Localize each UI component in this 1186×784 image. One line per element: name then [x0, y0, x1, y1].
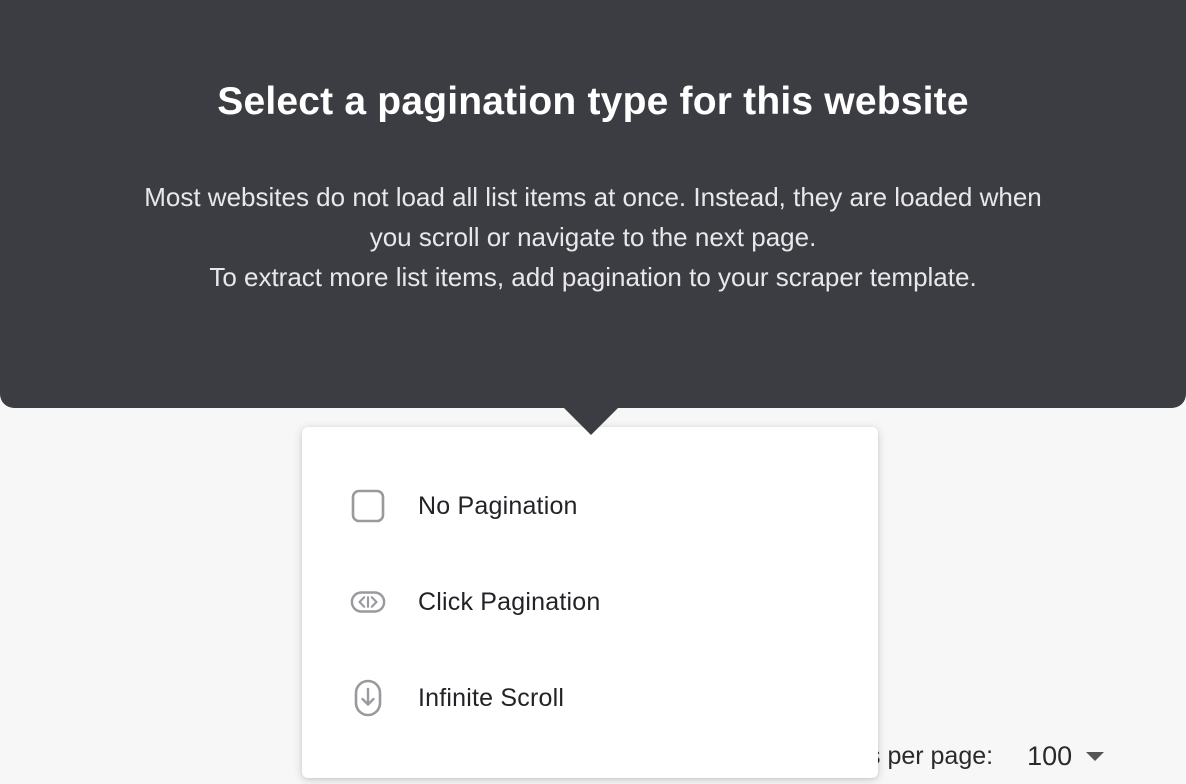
- menu-item-no-pagination[interactable]: No Pagination: [302, 474, 878, 538]
- menu-item-click-pagination[interactable]: Click Pagination: [302, 570, 878, 634]
- mouse-scroll-icon: [350, 679, 386, 717]
- tooltip-title: Select a pagination type for this websit…: [217, 80, 969, 123]
- rows-per-page-select[interactable]: 100: [1027, 741, 1072, 772]
- menu-item-label: Click Pagination: [418, 587, 601, 616]
- checkbox-square-icon: [350, 488, 386, 524]
- arrows-left-right-icon: [350, 584, 386, 620]
- tooltip-arrow: [562, 406, 620, 435]
- tooltip-description: Most websites do not load all list items…: [0, 177, 1186, 297]
- rows-per-page-control: s per page: 100: [868, 736, 1105, 776]
- pagination-type-menu: No Pagination Click Pagination Infinite …: [302, 427, 878, 778]
- menu-item-infinite-scroll[interactable]: Infinite Scroll: [302, 666, 878, 730]
- rows-per-page-label: s per page:: [868, 741, 994, 770]
- menu-item-label: Infinite Scroll: [418, 683, 565, 712]
- tooltip-description-line-2: you scroll or navigate to the next page.: [369, 222, 817, 252]
- tooltip-description-line-3: To extract more list items, add paginati…: [209, 262, 977, 292]
- chevron-down-icon[interactable]: [1086, 751, 1105, 761]
- pagination-tooltip: Select a pagination type for this websit…: [0, 0, 1186, 408]
- tooltip-description-line-1: Most websites do not load all list items…: [144, 182, 1042, 212]
- menu-item-label: No Pagination: [418, 491, 578, 520]
